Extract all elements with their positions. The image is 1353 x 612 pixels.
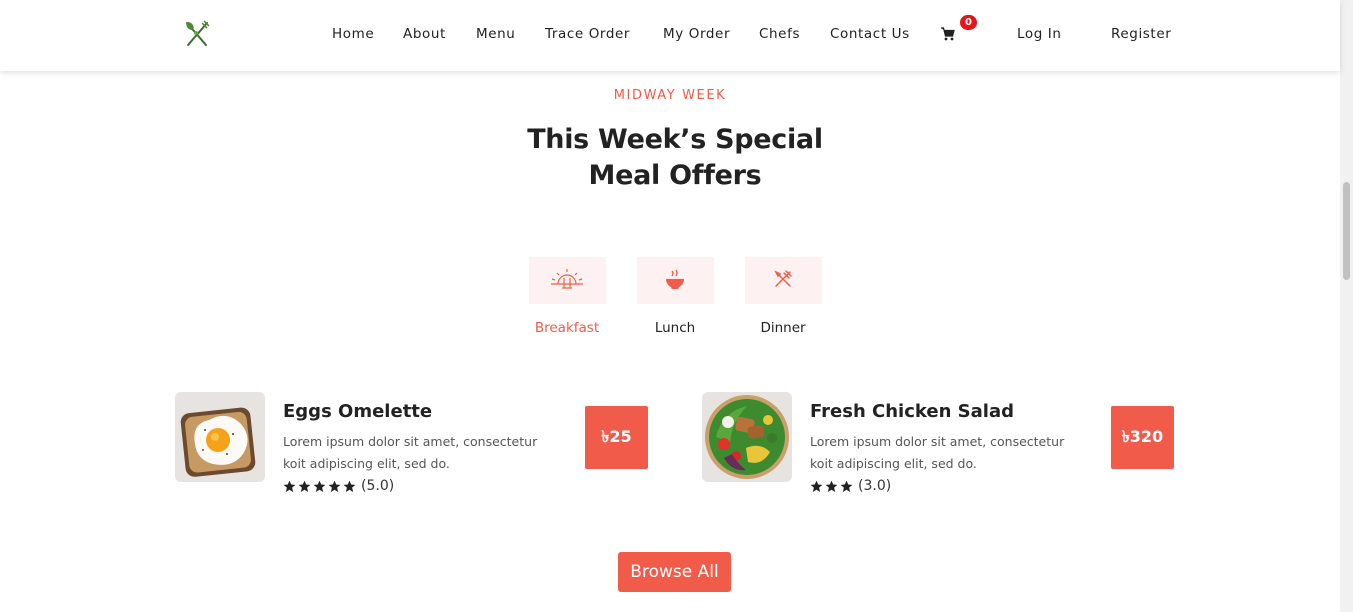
star-icon [298,480,311,493]
meal-description: Lorem ipsum dolor sit amet, consectetur … [810,431,1080,475]
star-icon [810,480,823,493]
section-title-line2: Meal Offers [588,160,762,191]
scrollbar-thumb[interactable] [1343,182,1350,280]
rating-value: (5.0) [361,478,395,494]
price-button[interactable]: ৳320 [1111,406,1174,469]
nav-about[interactable]: About [403,26,446,42]
meal-description-line2: koit adipiscing elit, sed do. [810,456,977,471]
section-title-line1: This Week’s Special [527,124,823,155]
section-eyebrow: MIDWAY WEEK [613,88,727,103]
sunrise-icon [549,267,585,295]
star-icon [343,480,356,493]
meal-rating: (5.0) [283,478,394,494]
eggs-omelette-image[interactable] [175,392,265,482]
nav-menu[interactable]: Menu [476,26,515,42]
browse-all-button[interactable]: Browse All [618,552,731,592]
tab-dinner-icon-box [744,257,822,304]
cart-count-badge: 0 [960,15,977,30]
navbar: Home About Menu Trace Order My Order Che… [0,0,1340,71]
meal-name[interactable]: Eggs Omelette [283,401,432,422]
nav-trace-order[interactable]: Trace Order [545,26,630,42]
bowl-icon [664,268,686,294]
meal-description: Lorem ipsum dolor sit amet, consectetur … [283,431,553,475]
section-title: This Week’s Special Meal Offers [0,122,1350,194]
meal-description-line1: Lorem ipsum dolor sit amet, consectetur [283,434,538,449]
tab-dinner-label: Dinner [760,320,806,336]
tab-lunch-icon-box [636,257,714,304]
star-icon [283,480,296,493]
star-icon [328,480,341,493]
nav-chefs[interactable]: Chefs [759,26,800,42]
tab-lunch-label: Lunch [654,320,696,336]
star-icon [313,480,326,493]
rating-value: (3.0) [858,478,892,494]
nav-contact-us[interactable]: Contact Us [830,26,910,42]
tab-breakfast-label: Breakfast [534,320,600,336]
register-link[interactable]: Register [1111,26,1171,42]
tab-dinner[interactable]: Dinner [743,257,823,336]
meal-name[interactable]: Fresh Chicken Salad [810,401,1014,422]
meal-description-line1: Lorem ipsum dolor sit amet, consectetur [810,434,1065,449]
login-link[interactable]: Log In [1017,26,1062,42]
star-icon [825,480,838,493]
price-button[interactable]: ৳25 [585,406,648,469]
nav-home[interactable]: Home [332,26,374,42]
fork-spoon-logo-icon[interactable] [182,19,212,49]
cart-icon[interactable] [941,26,955,41]
meal-rating: (3.0) [810,478,891,494]
page-scrollbar[interactable] [1340,0,1353,612]
star-icon [840,480,853,493]
fresh-chicken-salad-image[interactable] [702,392,792,482]
tab-breakfast[interactable]: Breakfast [527,257,607,336]
tab-breakfast-icon-box [528,257,606,304]
meal-description-line2: koit adipiscing elit, sed do. [283,456,450,471]
tab-lunch[interactable]: Lunch [635,257,715,336]
fork-knife-icon [773,269,793,293]
nav-my-order[interactable]: My Order [663,26,730,42]
